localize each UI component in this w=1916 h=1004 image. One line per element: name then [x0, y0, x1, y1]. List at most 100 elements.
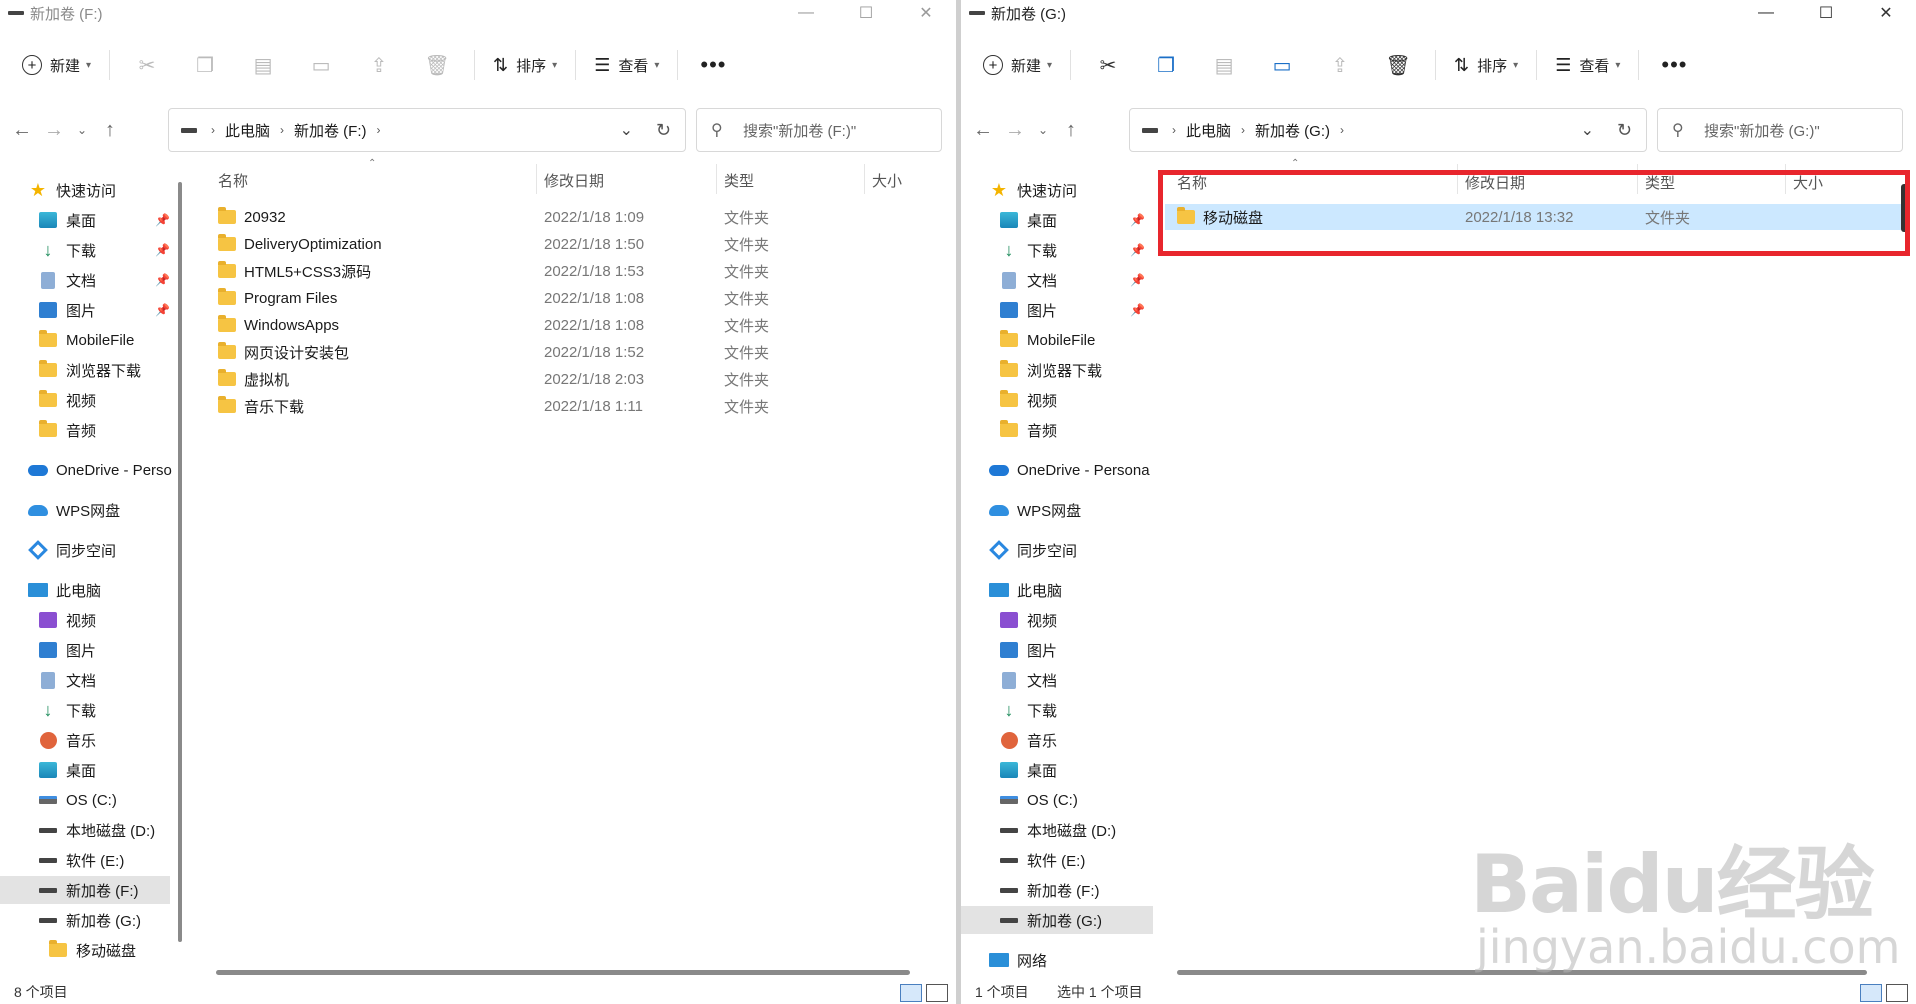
sidebar-item-videos-folder[interactable]: 视频: [999, 386, 1057, 414]
up-icon[interactable]: ↑: [1055, 119, 1087, 142]
rename-icon[interactable]: ▭: [1253, 47, 1311, 83]
sidebar-item-pc-pictures[interactable]: 图片: [999, 636, 1057, 664]
column-divider[interactable]: [716, 164, 717, 194]
sidebar-item-drive-d[interactable]: 本地磁盘 (D:): [999, 816, 1116, 844]
sort-button[interactable]: ⇅ 排序 ▾: [483, 47, 567, 83]
sidebar-item-pc-music[interactable]: 音乐: [999, 726, 1057, 754]
title-bar[interactable]: 新加卷 (G:) — ☐ ✕: [961, 0, 1916, 26]
details-view-icon[interactable]: [1860, 984, 1882, 1002]
more-options-icon[interactable]: •••: [686, 52, 740, 78]
share-icon[interactable]: ⇪: [1311, 47, 1369, 83]
copy-icon[interactable]: ❐: [176, 47, 234, 83]
sidebar-item-drive-c[interactable]: OS (C:): [999, 786, 1078, 814]
recent-locations-icon[interactable]: ⌄: [70, 123, 94, 137]
breadcrumb-drive[interactable]: 新加卷 (F:): [294, 120, 367, 141]
delete-icon[interactable]: 🗑: [408, 47, 466, 83]
sidebar-item-drive-d[interactable]: 本地磁盘 (D:): [38, 816, 155, 844]
sidebar-item-quick-access[interactable]: ★ 快速访问: [28, 176, 116, 204]
maximize-button[interactable]: ☐: [1796, 0, 1856, 26]
cut-icon[interactable]: ✂: [1079, 47, 1137, 83]
address-bar[interactable]: › 此电脑 › 新加卷 (G:) › ⌄ ↻: [1129, 108, 1647, 152]
file-row[interactable]: Program Files 2022/1/18 1:08 文件夹: [196, 285, 946, 311]
sidebar-item-this-pc[interactable]: 此电脑: [28, 576, 101, 604]
paste-icon[interactable]: ▤: [1195, 47, 1253, 83]
sidebar-item-browser-downloads[interactable]: 浏览器下载: [38, 356, 141, 384]
sidebar-item-pc-videos[interactable]: 视频: [38, 606, 96, 634]
details-view-icon[interactable]: [900, 984, 922, 1002]
title-bar[interactable]: 新加卷 (F:) — ☐ ✕: [0, 0, 956, 26]
paste-icon[interactable]: ▤: [234, 47, 292, 83]
sidebar-item-documents[interactable]: 文档 📌: [38, 266, 170, 294]
sidebar-item-audio-folder[interactable]: 音频: [999, 416, 1057, 444]
rename-icon[interactable]: ▭: [292, 47, 350, 83]
sidebar-item-mobilefile[interactable]: MobileFile: [38, 326, 134, 354]
sort-button[interactable]: ⇅ 排序 ▾: [1444, 47, 1528, 83]
horizontal-scrollbar[interactable]: [216, 970, 910, 975]
sidebar-item-drive-g[interactable]: 新加卷 (G:): [38, 906, 141, 934]
column-header-name[interactable]: 名称: [218, 170, 248, 191]
sidebar-item-videos-folder[interactable]: 视频: [38, 386, 96, 414]
breadcrumb-this-pc[interactable]: 此电脑: [1186, 120, 1231, 141]
file-row[interactable]: HTML5+CSS3源码 2022/1/18 1:53 文件夹: [196, 258, 946, 284]
thumbnail-view-icon[interactable]: [926, 984, 948, 1002]
back-icon[interactable]: ←: [6, 119, 38, 142]
sidebar-item-pc-downloads[interactable]: ↓ 下载: [999, 696, 1058, 724]
sidebar-item-pc-downloads[interactable]: ↓ 下载: [38, 696, 97, 724]
sidebar-item-desktop[interactable]: 桌面 📌: [38, 206, 170, 234]
sidebar-item-downloads[interactable]: ↓ 下载 📌: [999, 236, 1146, 264]
breadcrumb-drive[interactable]: 新加卷 (G:): [1255, 120, 1330, 141]
column-header-date[interactable]: 修改日期: [544, 170, 604, 191]
sidebar-item-onedrive[interactable]: OneDrive - Persona: [989, 456, 1150, 484]
sidebar-item-pictures[interactable]: 图片 📌: [38, 296, 170, 324]
forward-icon[interactable]: →: [999, 119, 1031, 142]
sidebar-item-pc-pictures[interactable]: 图片: [38, 636, 96, 664]
delete-icon[interactable]: 🗑: [1369, 47, 1427, 83]
sidebar-item-this-pc[interactable]: 此电脑: [989, 576, 1062, 604]
search-box[interactable]: ⚲ 搜索"新加卷 (F:)": [696, 108, 942, 152]
file-row[interactable]: 音乐下载 2022/1/18 1:11 文件夹: [196, 393, 946, 419]
sidebar-item-documents[interactable]: 文档 📌: [999, 266, 1145, 294]
sidebar-item-wps[interactable]: WPS网盘: [28, 496, 120, 524]
sidebar-item-sync[interactable]: 同步空间: [989, 536, 1077, 564]
column-header-type[interactable]: 类型: [724, 170, 754, 191]
new-button[interactable]: + 新建 ▾: [973, 47, 1062, 83]
refresh-icon[interactable]: ↻: [656, 120, 671, 141]
minimize-button[interactable]: —: [1736, 0, 1796, 26]
sidebar-item-downloads[interactable]: ↓ 下载 📌: [38, 236, 171, 264]
sidebar-item-drive-f[interactable]: 新加卷 (F:): [0, 876, 170, 904]
sidebar-item-pc-videos[interactable]: 视频: [999, 606, 1057, 634]
sidebar-item-sync[interactable]: 同步空间: [28, 536, 116, 564]
sidebar-item-pc-desktop[interactable]: 桌面: [38, 756, 96, 784]
share-icon[interactable]: ⇪: [350, 47, 408, 83]
sidebar-item-network[interactable]: 网络: [989, 946, 1047, 974]
chevron-down-icon[interactable]: ⌄: [1581, 120, 1594, 140]
address-bar[interactable]: › 此电脑 › 新加卷 (F:) › ⌄ ↻: [168, 108, 686, 152]
close-button[interactable]: ✕: [1856, 0, 1916, 26]
sidebar-item-pc-desktop[interactable]: 桌面: [999, 756, 1057, 784]
cut-icon[interactable]: ✂: [118, 47, 176, 83]
sidebar-item-pc-music[interactable]: 音乐: [38, 726, 96, 754]
minimize-button[interactable]: —: [776, 0, 836, 26]
close-button[interactable]: ✕: [896, 0, 956, 26]
column-divider[interactable]: [864, 164, 865, 194]
sidebar-item-drive-f[interactable]: 新加卷 (F:): [999, 876, 1100, 904]
sidebar-scrollbar[interactable]: [178, 182, 182, 942]
forward-icon[interactable]: →: [38, 119, 70, 142]
sidebar-item-pc-documents[interactable]: 文档: [999, 666, 1057, 694]
file-row[interactable]: 网页设计安装包 2022/1/18 1:52 文件夹: [196, 339, 946, 365]
sidebar-item-drive-e[interactable]: 软件 (E:): [999, 846, 1085, 874]
new-button[interactable]: + 新建 ▾: [12, 47, 101, 83]
view-button[interactable]: ☰ 查看 ▾: [1545, 47, 1630, 83]
more-options-icon[interactable]: •••: [1647, 52, 1701, 78]
back-icon[interactable]: ←: [967, 119, 999, 142]
column-header-size[interactable]: 大小: [872, 170, 902, 191]
sidebar-item-drive-g[interactable]: 新加卷 (G:): [961, 906, 1153, 934]
search-box[interactable]: ⚲ 搜索"新加卷 (G:)": [1657, 108, 1903, 152]
file-row[interactable]: DeliveryOptimization 2022/1/18 1:50 文件夹: [196, 231, 946, 257]
copy-icon[interactable]: ❐: [1137, 47, 1195, 83]
chevron-down-icon[interactable]: ⌄: [620, 120, 633, 140]
sidebar-item-drive-e[interactable]: 软件 (E:): [38, 846, 124, 874]
sidebar-item-pictures[interactable]: 图片 📌: [999, 296, 1145, 324]
file-row[interactable]: 20932 2022/1/18 1:09 文件夹: [196, 204, 946, 230]
sidebar-item-quick-access[interactable]: ★ 快速访问: [989, 176, 1077, 204]
